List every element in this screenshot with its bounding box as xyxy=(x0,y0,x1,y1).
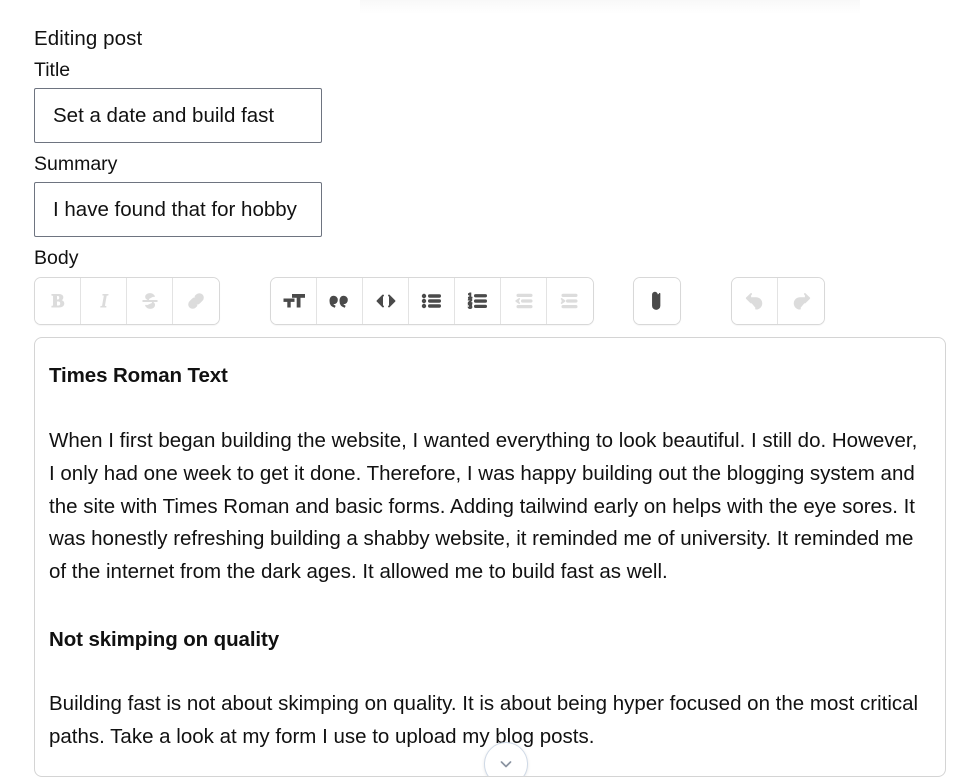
heading-icon xyxy=(283,294,305,308)
summary-field-label: Summary xyxy=(34,153,118,175)
bullet-list-icon xyxy=(421,293,441,309)
svg-text:I: I xyxy=(99,291,108,312)
link-icon xyxy=(188,293,204,309)
undo-button[interactable] xyxy=(732,278,778,324)
paperclip-icon xyxy=(652,291,661,310)
body-heading: Not skimping on quality xyxy=(49,627,280,651)
bullet-list-button[interactable] xyxy=(409,278,455,324)
post-form: Editing post Title Summary Body B I xyxy=(0,0,962,325)
quote-icon xyxy=(328,295,348,308)
editor-toolbar: B I 1 2 3 xyxy=(34,277,962,325)
toolbar-group-history xyxy=(731,277,825,325)
toolbar-group-block-format: 1 2 3 xyxy=(270,277,594,325)
title-field-label: Title xyxy=(34,59,71,81)
body-document[interactable]: Times Roman Text When I first began buil… xyxy=(49,361,919,754)
summary-input[interactable] xyxy=(34,182,322,237)
quote-button[interactable] xyxy=(317,278,363,324)
body-paragraph: Building fast is not about skimping on q… xyxy=(49,691,919,748)
bold-icon: B xyxy=(51,291,65,313)
body-paragraph: When I first began building the website,… xyxy=(49,429,918,584)
redo-button[interactable] xyxy=(778,278,824,324)
code-icon xyxy=(376,294,395,308)
chevron-down-icon xyxy=(500,761,512,768)
page-title: Editing post xyxy=(34,27,143,50)
svg-text:B: B xyxy=(51,291,64,312)
italic-icon: I xyxy=(99,291,109,313)
italic-button[interactable]: I xyxy=(81,278,127,324)
link-button[interactable] xyxy=(173,278,219,324)
undo-icon xyxy=(745,293,762,310)
toolbar-group-inline-format: B I xyxy=(34,277,220,325)
attach-files-button[interactable] xyxy=(634,278,680,324)
numbered-list-icon: 1 2 3 xyxy=(467,291,487,311)
title-input[interactable] xyxy=(34,88,322,143)
post-editor-page: Editing post Title Summary Body B I xyxy=(0,0,962,777)
indent-icon xyxy=(560,293,578,309)
body-field-label: Body xyxy=(34,247,79,269)
bold-button[interactable]: B xyxy=(35,278,81,324)
svg-text:3: 3 xyxy=(468,302,472,311)
toolbar-group-attachment xyxy=(633,277,681,325)
heading-button[interactable] xyxy=(271,278,317,324)
code-button[interactable] xyxy=(363,278,409,324)
strikethrough-icon xyxy=(141,293,158,309)
numbered-list-button[interactable]: 1 2 3 xyxy=(455,278,501,324)
strikethrough-button[interactable] xyxy=(127,278,173,324)
outdent-icon xyxy=(514,293,532,309)
indent-button[interactable] xyxy=(547,278,593,324)
redo-icon xyxy=(793,293,811,310)
body-heading: Times Roman Text xyxy=(49,364,228,387)
body-editor[interactable]: Times Roman Text When I first began buil… xyxy=(34,337,946,777)
outdent-button[interactable] xyxy=(501,278,547,324)
